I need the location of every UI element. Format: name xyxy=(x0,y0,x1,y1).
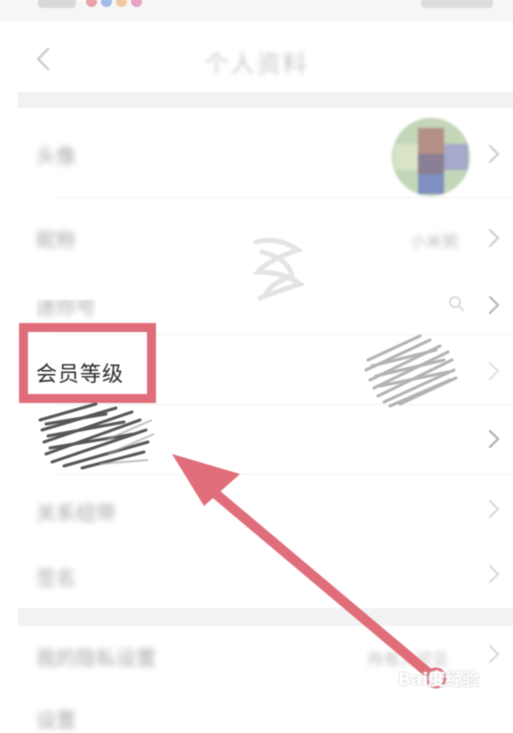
avatar-pixelated xyxy=(392,118,470,196)
row-label: 迷你号 xyxy=(36,295,96,319)
highlight-label-member-level[interactable]: 会员等级 xyxy=(36,358,124,388)
chevron-right-icon xyxy=(488,564,500,584)
notification-icon xyxy=(131,0,142,7)
settings-row-relation[interactable]: 关系纽带 xyxy=(18,475,513,540)
row-label: 昵称 xyxy=(36,228,76,252)
chevron-right-icon xyxy=(488,228,500,248)
settings-row-signature[interactable]: 签名 xyxy=(18,540,513,608)
row-label: 头像 xyxy=(36,144,76,168)
settings-row-partial[interactable]: 设置 xyxy=(18,696,513,732)
nav-bar: 个人资料 xyxy=(0,22,513,92)
redaction-scribble xyxy=(38,402,155,470)
watermark-logo: Bai度经验 xyxy=(398,670,480,690)
row-label: 关系纽带 xyxy=(36,501,116,525)
chevron-right-icon xyxy=(488,429,500,449)
notification-icon xyxy=(101,0,112,7)
notification-icon xyxy=(86,0,97,7)
page-title: 个人资料 xyxy=(204,50,309,78)
chevron-right-icon xyxy=(488,499,500,519)
redaction-scribble xyxy=(364,334,458,408)
row-label: 签名 xyxy=(36,566,76,590)
search-icon xyxy=(449,296,465,312)
chevron-right-icon xyxy=(488,144,500,164)
status-system-icons xyxy=(421,0,493,8)
chevron-right-icon xyxy=(488,361,500,381)
row-value: 小米粥 xyxy=(410,232,459,251)
notification-icons xyxy=(86,0,142,7)
status-time xyxy=(38,0,76,8)
notification-icon xyxy=(116,0,127,7)
status-bar xyxy=(0,0,513,22)
avatar[interactable] xyxy=(392,118,470,196)
chevron-right-icon xyxy=(488,644,500,664)
row-label: 设置 xyxy=(36,708,76,732)
chevron-right-icon xyxy=(488,295,500,315)
row-label: 我的隐私设置 xyxy=(36,646,156,670)
section-gap xyxy=(18,608,513,626)
section-gap xyxy=(18,92,513,108)
redaction-scribble xyxy=(252,237,306,301)
